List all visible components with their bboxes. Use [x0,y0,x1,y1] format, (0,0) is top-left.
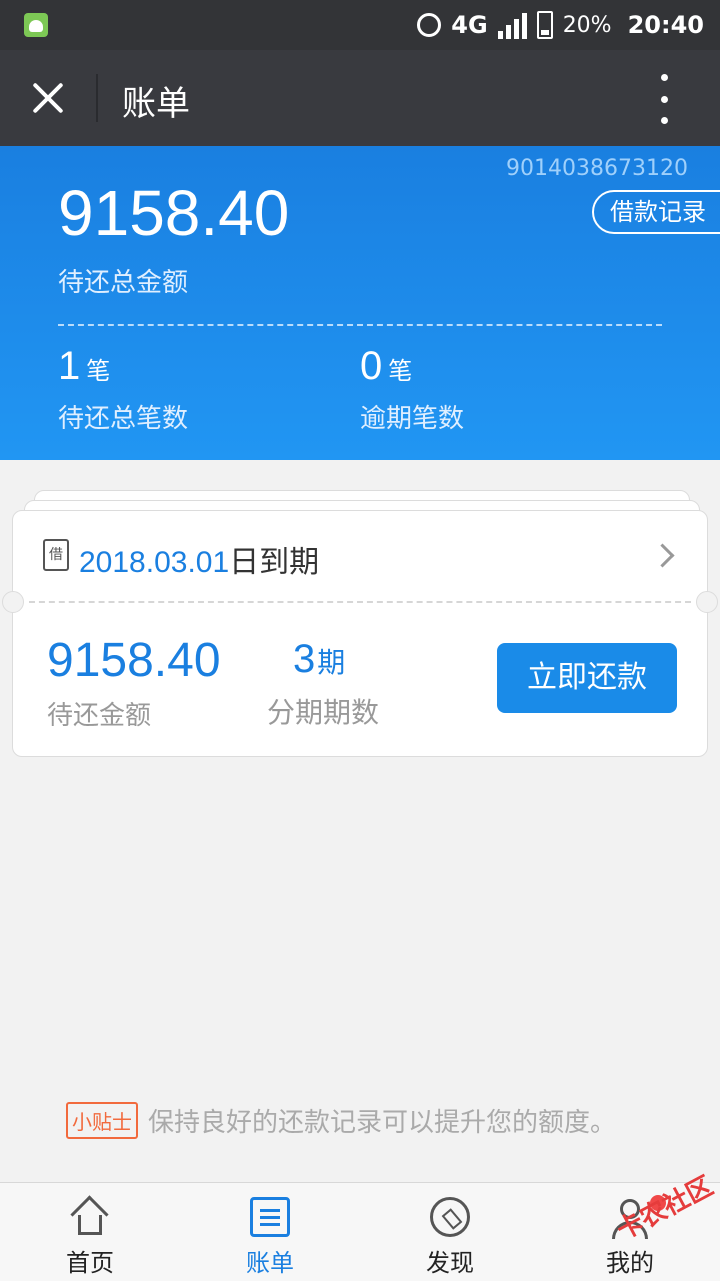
bill-summary: 9014038673120 借款记录 9158.40 待还总金额 1笔 待还总笔… [0,146,720,460]
bill-icon: 借 [43,539,69,571]
total-amount: 9158.40 [58,177,290,249]
account-number: 9014038673120 [506,156,688,181]
divider [96,74,98,122]
tab-label: 首页 [66,1249,114,1277]
installment-periods: 3期 [293,637,345,682]
card-notch [696,591,718,613]
tab-bill[interactable]: 账单 [180,1183,360,1281]
pending-count: 1笔 [58,344,110,389]
more-icon[interactable] [650,74,678,124]
due-amount-label: 待还金额 [47,701,152,731]
total-amount-label: 待还总金额 [58,268,189,298]
loan-records-button[interactable]: 借款记录 [592,190,720,234]
periods-value: 3 [293,637,316,681]
tip-tag: 小贴士 [66,1102,138,1139]
tab-label: 发现 [426,1249,474,1277]
overdue-count: 0笔 [360,344,412,389]
due-date-suffix: 日到期 [229,545,320,580]
due-date[interactable]: 2018.03.01日到期 [79,537,319,581]
bill-icon [250,1197,290,1237]
compass-icon [430,1197,470,1237]
title-bar: 账单 [0,50,720,146]
overdue-count-label: 逾期笔数 [360,404,465,434]
divider [29,601,691,603]
tab-home[interactable]: 首页 [0,1183,180,1281]
pending-count-label: 待还总笔数 [58,404,189,434]
periods-unit: 期 [317,647,346,678]
pending-count-value: 1 [58,344,81,388]
tab-discover[interactable]: 发现 [360,1183,540,1281]
repay-now-button[interactable]: 立即还款 [497,643,677,713]
tab-bar: 首页 账单 发现 我的 [0,1182,720,1281]
periods-label: 分期期数 [267,696,380,729]
due-date-value: 2018.03.01 [79,546,230,579]
close-icon[interactable] [26,76,70,120]
battery-icon [536,11,553,39]
battery-percent: 20% [562,12,612,38]
chevron-right-icon[interactable] [650,543,675,568]
clock: 20:40 [627,11,704,39]
overdue-count-value: 0 [360,344,383,388]
app-notification-icon [24,13,48,37]
alarm-icon [417,13,442,37]
signal-icon [497,11,527,39]
tip: 小贴士 保持良好的还款记录可以提升您的额度。 [66,1102,616,1139]
network-label: 4G [451,11,488,39]
page-title: 账单 [122,84,190,124]
bill-card[interactable]: 借 2018.03.01日到期 9158.40 待还金额 3期 分期期数 立即还… [2,510,718,757]
tab-label: 账单 [246,1249,294,1277]
status-bar: 4G 20% 20:40 [0,0,720,50]
home-icon [70,1197,110,1237]
pending-count-unit: 笔 [86,358,111,385]
tab-label: 我的 [606,1249,654,1277]
due-amount: 9158.40 [47,634,221,687]
divider [58,324,662,326]
tip-text: 保持良好的还款记录可以提升您的额度。 [148,1108,617,1138]
overdue-count-unit: 笔 [388,358,413,385]
card-notch [2,591,24,613]
